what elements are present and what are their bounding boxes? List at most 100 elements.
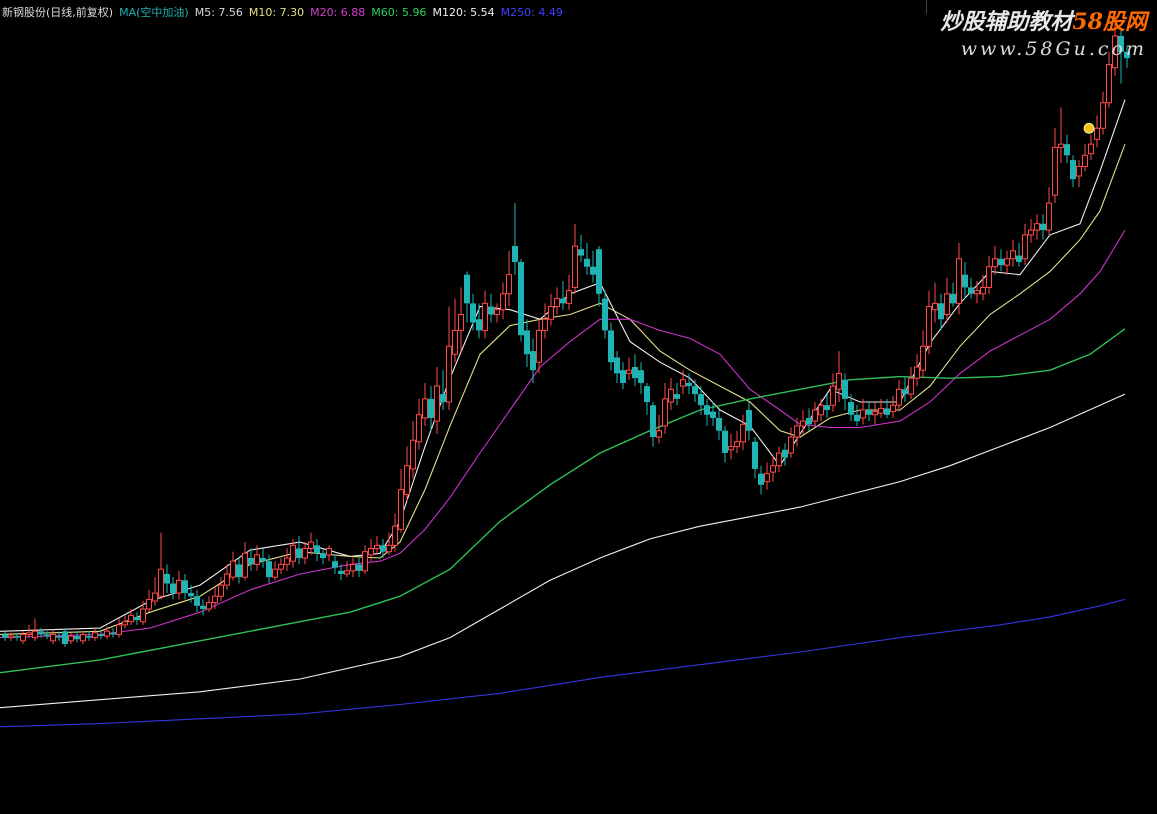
candle-body-up bbox=[452, 329, 458, 355]
candle-body-down bbox=[716, 417, 722, 431]
candle-body-down bbox=[902, 389, 908, 395]
candle-body-up bbox=[422, 398, 428, 419]
candle-body-up bbox=[128, 614, 134, 623]
candle-body-down bbox=[266, 561, 272, 578]
candle-body-up bbox=[500, 293, 506, 311]
candle-body-down bbox=[638, 370, 644, 383]
candle-body-up bbox=[20, 633, 26, 642]
candle-body-up bbox=[308, 541, 314, 549]
candle-body-up bbox=[80, 633, 86, 642]
candle-body-up bbox=[398, 489, 404, 530]
candle-body-up bbox=[8, 635, 14, 639]
candle-body-up bbox=[860, 409, 866, 419]
candle-body-up bbox=[122, 621, 128, 626]
candle-body-down bbox=[440, 394, 446, 403]
candle-body-up bbox=[272, 568, 278, 578]
candle-body-up bbox=[362, 551, 368, 572]
candle-body-down bbox=[710, 411, 716, 418]
candle-body-up bbox=[836, 372, 842, 390]
watermark-brand: 炒股辅助教材58股网 bbox=[940, 4, 1147, 36]
candle-body-up bbox=[986, 266, 992, 288]
candle-body-up bbox=[914, 366, 920, 379]
candle-body-down bbox=[44, 634, 50, 637]
candle-body-down bbox=[170, 583, 176, 594]
candle-body-up bbox=[176, 579, 182, 594]
candle-body-up bbox=[740, 423, 746, 443]
candle-body-up bbox=[680, 379, 686, 387]
candle-body-down bbox=[692, 386, 698, 395]
watermark-site-name: 58股网 bbox=[1072, 9, 1147, 35]
candle-body-up bbox=[1010, 250, 1016, 260]
candle-body-down bbox=[938, 303, 944, 320]
candle-body-down bbox=[968, 287, 974, 294]
candle-body-down bbox=[950, 293, 956, 304]
candle-body-up bbox=[50, 633, 56, 642]
candle-body-down bbox=[200, 605, 206, 609]
candle-body-down bbox=[74, 636, 80, 640]
candle-body-down bbox=[602, 298, 608, 331]
candle-body-up bbox=[350, 563, 356, 572]
candle-body-down bbox=[560, 298, 566, 304]
candle-body-up bbox=[770, 465, 776, 473]
candle-body-up bbox=[920, 345, 926, 371]
candle-body-up bbox=[26, 632, 32, 635]
candle-body-up bbox=[278, 563, 284, 570]
candlestick-chart[interactable] bbox=[0, 0, 1157, 810]
candle-body-up bbox=[158, 568, 164, 597]
candle-body-up bbox=[656, 430, 662, 438]
candle-body-down bbox=[470, 303, 476, 323]
candle-body-down bbox=[98, 634, 104, 637]
candle-body-up bbox=[896, 388, 902, 406]
chart-canvas bbox=[0, 23, 1130, 728]
candle-body-down bbox=[644, 386, 650, 403]
candle-body-up bbox=[1034, 223, 1040, 231]
candle-body-down bbox=[1070, 160, 1076, 180]
candle-body-down bbox=[1040, 223, 1046, 231]
candle-body-down bbox=[332, 561, 338, 568]
candle-body-down bbox=[824, 405, 830, 410]
candle-body-down bbox=[428, 398, 434, 418]
candle-body-up bbox=[1058, 143, 1064, 148]
ma-line-m60 bbox=[0, 328, 1126, 674]
candle-body-up bbox=[548, 306, 554, 320]
candle-body-down bbox=[848, 402, 854, 415]
candle-body-down bbox=[632, 367, 638, 379]
candle-body-down bbox=[488, 306, 494, 315]
candle-body-down bbox=[782, 449, 788, 458]
candle-body-up bbox=[908, 377, 914, 395]
candle-body-down bbox=[62, 631, 68, 644]
candle-body-down bbox=[614, 357, 620, 374]
candle-body-up bbox=[956, 258, 962, 304]
ma-line-m5 bbox=[0, 99, 1126, 632]
candle-body-up bbox=[554, 298, 560, 308]
candle-body-up bbox=[890, 404, 896, 413]
candle-body-down bbox=[758, 473, 764, 485]
candle-body-up bbox=[932, 302, 938, 311]
candle-body-down bbox=[194, 596, 200, 606]
candle-body-up bbox=[878, 407, 884, 414]
candle-body-up bbox=[734, 441, 740, 448]
legend-ma20: M20: 6.88 bbox=[310, 6, 366, 19]
candle-body-up bbox=[116, 624, 122, 635]
candle-body-down bbox=[296, 548, 302, 559]
candle-body-up bbox=[494, 309, 500, 315]
signal-marker bbox=[1083, 122, 1095, 134]
candle-body-up bbox=[662, 398, 668, 427]
candle-body-up bbox=[284, 557, 290, 565]
candle-body-up bbox=[140, 608, 146, 623]
candle-body-down bbox=[248, 558, 254, 565]
candle-body-down bbox=[338, 570, 344, 574]
candle-body-up bbox=[1022, 234, 1028, 260]
candle-body-down bbox=[380, 545, 386, 552]
legend-ma120: M120: 5.54 bbox=[432, 6, 495, 19]
candle-body-down bbox=[134, 616, 140, 621]
legend-ma10: M10: 7.30 bbox=[248, 6, 305, 19]
candle-body-down bbox=[686, 382, 692, 387]
candle-body-down bbox=[752, 441, 758, 469]
candle-body-up bbox=[1004, 258, 1010, 266]
candle-body-up bbox=[728, 446, 734, 451]
candle-body-up bbox=[1100, 102, 1106, 129]
candle-body-down bbox=[842, 379, 848, 399]
candle-body-down bbox=[314, 545, 320, 554]
candle-body-down bbox=[596, 249, 602, 294]
